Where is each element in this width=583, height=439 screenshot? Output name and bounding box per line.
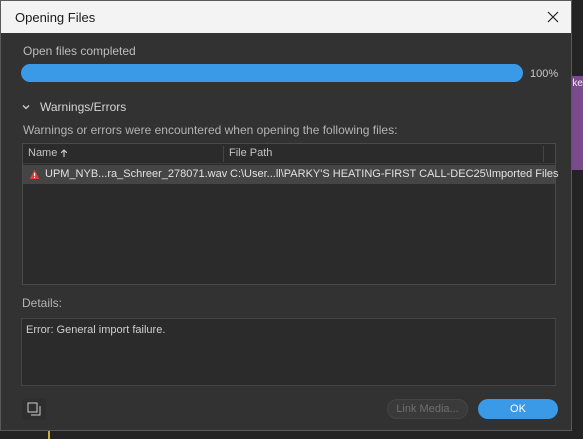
opening-files-dialog: Opening Files Open files completed 100% … xyxy=(0,0,572,431)
table-row[interactable]: UPM_NYB...ra_Schreer_278071.wav C:\User.… xyxy=(23,165,559,184)
copy-button[interactable] xyxy=(22,398,46,420)
column-divider xyxy=(223,146,224,162)
details-textbox[interactable]: Error: General import failure. xyxy=(21,318,556,386)
column-header-name[interactable]: Name xyxy=(28,147,68,159)
file-path-cell: C:\User...ll\PARKY'S HEATING-FIRST CALL-… xyxy=(230,168,559,180)
ok-button[interactable]: OK xyxy=(478,399,558,419)
table-header: Name File Path xyxy=(23,144,555,164)
close-button[interactable] xyxy=(541,5,565,29)
details-text: Error: General import failure. xyxy=(26,324,166,336)
dialog-titlebar: Opening Files xyxy=(1,1,571,33)
dialog-title: Opening Files xyxy=(15,10,96,25)
sort-ascending-icon xyxy=(60,148,68,158)
close-icon xyxy=(547,11,559,23)
column-header-path[interactable]: File Path xyxy=(229,147,272,159)
chevron-down-icon xyxy=(21,102,31,112)
warnings-table: Name File Path UPM_NYB...ra_Schreer_2780… xyxy=(22,143,559,285)
file-name-cell: UPM_NYB...ra_Schreer_278071.wav xyxy=(45,168,228,180)
progress-percent: 100% xyxy=(530,68,559,80)
column-header-name-label: Name xyxy=(28,147,58,159)
progress-bar-fill xyxy=(21,64,523,82)
column-divider xyxy=(543,146,544,162)
details-label: Details: xyxy=(22,296,63,310)
progress-bar xyxy=(21,64,523,82)
warnings-description: Warnings or errors were encountered when… xyxy=(23,123,398,137)
column-header-path-label: File Path xyxy=(229,147,273,159)
progress-label: Open files completed xyxy=(23,44,136,58)
link-media-button[interactable]: Link Media... xyxy=(387,399,468,419)
copy-icon xyxy=(27,402,41,416)
warnings-section-toggle[interactable]: Warnings/Errors xyxy=(21,100,126,114)
error-icon xyxy=(29,169,40,180)
warnings-section-title: Warnings/Errors xyxy=(40,100,127,114)
